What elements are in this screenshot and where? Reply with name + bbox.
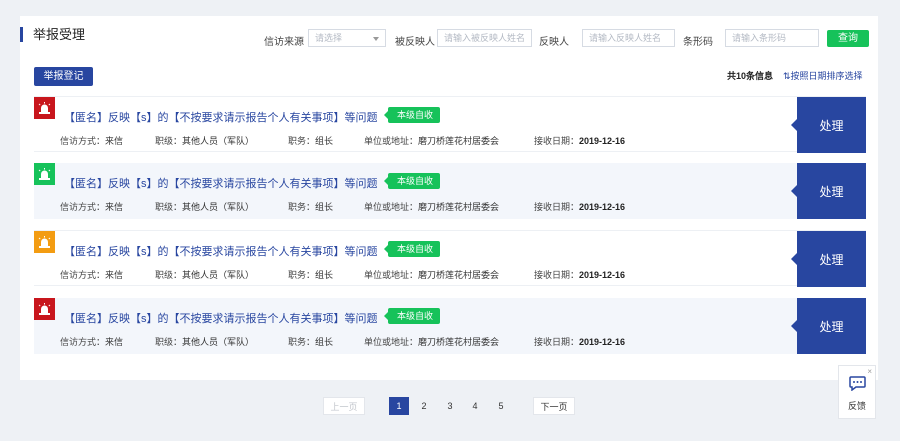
alarm-flag [34,298,55,320]
report-title[interactable]: 【匿名】反映【s】的【不按要求请示报告个人有关事项】等问题 [64,310,378,326]
page-number-button[interactable]: 5 [491,397,511,415]
alarm-flag [34,97,55,119]
unit-info: 单位或地址：磨刀桥莲花村居委会 [364,337,500,347]
post-info: 职务：组长 [288,270,334,280]
date-info: 接收日期：2019-12-16 [534,202,626,212]
total-count: 共10条信息 [727,71,774,81]
unit-info: 单位或地址：磨刀桥莲花村居委会 [364,136,500,146]
sort-label: 按照日期排序选择 [790,71,863,81]
source-label: 信访来源 [264,37,304,48]
rank-info: 职级：其他人员（军队） [155,136,255,146]
next-page-button[interactable]: 下一页 [533,397,575,415]
sort-icon: ⇅ [783,71,791,81]
chat-bubble-icon [849,376,866,391]
alarm-flag [34,163,55,185]
barcode-label: 条形码 [683,37,713,48]
method-info: 信访方式：来信 [60,337,124,347]
date-info: 接收日期：2019-12-16 [534,337,626,347]
reported-label: 被反映人 [395,37,435,48]
rank-info: 职级：其他人员（军队） [155,202,255,212]
report-title[interactable]: 【匿名】反映【s】的【不按要求请示报告个人有关事项】等问题 [64,175,378,191]
alarm-light-icon [38,102,51,114]
source-badge: 本级自收 [383,241,441,257]
feedback-label: 反馈 [847,401,866,411]
source-badge: 本级自收 [383,308,441,324]
report-card: 【匿名】反映【s】的【不按要求请示报告个人有关事项】等问题 本级自收 信访方式：… [34,96,866,153]
report-card: 【匿名】反映【s】的【不按要求请示报告个人有关事项】等问题 本级自收 信访方式：… [34,163,866,219]
rank-info: 职级：其他人员（军队） [155,270,255,280]
post-info: 职务：组长 [288,337,334,347]
feedback-widget[interactable]: × 反馈 [838,365,876,419]
reported-name-input[interactable]: 请输入被反映人姓名 [437,29,532,47]
reporter-name-input[interactable]: 请输入反映人姓名 [582,29,675,47]
method-info: 信访方式：来信 [60,270,124,280]
page-number-button[interactable]: 2 [414,397,434,415]
unit-info: 单位或地址：磨刀桥莲花村居委会 [364,270,500,280]
rank-info: 职级：其他人员（军队） [155,337,255,347]
source-select[interactable]: 请选择 [308,29,386,47]
alarm-light-icon [38,303,51,315]
alarm-light-icon [38,168,51,180]
report-title[interactable]: 【匿名】反映【s】的【不按要求请示报告个人有关事项】等问题 [64,109,378,125]
page-title: 举报受理 [20,27,85,42]
page-number-button[interactable]: 1 [389,397,409,415]
report-card: 【匿名】反映【s】的【不按要求请示报告个人有关事项】等问题 本级自收 信访方式：… [34,230,866,287]
process-button[interactable]: 处理 [791,231,866,287]
alarm-light-icon [38,236,51,248]
post-info: 职务：组长 [288,202,334,212]
process-button[interactable]: 处理 [791,298,866,354]
date-info: 接收日期：2019-12-16 [534,270,626,280]
unit-info: 单位或地址：磨刀桥莲花村居委会 [364,202,500,212]
barcode-input[interactable]: 请输入条形码 [725,29,819,47]
method-info: 信访方式：来信 [60,202,124,212]
report-card: 【匿名】反映【s】的【不按要求请示报告个人有关事项】等问题 本级自收 信访方式：… [34,298,866,354]
prev-page-button[interactable]: 上一页 [323,397,365,415]
method-info: 信访方式：来信 [60,136,124,146]
chevron-down-icon [373,37,379,41]
source-select-value: 请选择 [315,33,343,43]
register-report-button[interactable]: 举报登记 [34,67,93,86]
process-button[interactable]: 处理 [791,163,866,219]
date-info: 接收日期：2019-12-16 [534,136,626,146]
post-info: 职务：组长 [288,136,334,146]
source-badge: 本级自收 [383,173,441,189]
process-button[interactable]: 处理 [791,97,866,153]
alarm-flag [34,231,55,253]
close-icon[interactable]: × [867,367,872,376]
page-number-button[interactable]: 4 [465,397,485,415]
query-button[interactable]: 查询 [827,30,869,47]
reporter-label: 反映人 [539,37,569,48]
report-title[interactable]: 【匿名】反映【s】的【不按要求请示报告个人有关事项】等问题 [64,243,378,259]
source-badge: 本级自收 [383,107,441,123]
page-number-button[interactable]: 3 [440,397,460,415]
sort-by-date-link[interactable]: ⇅按照日期排序选择 [783,69,863,82]
